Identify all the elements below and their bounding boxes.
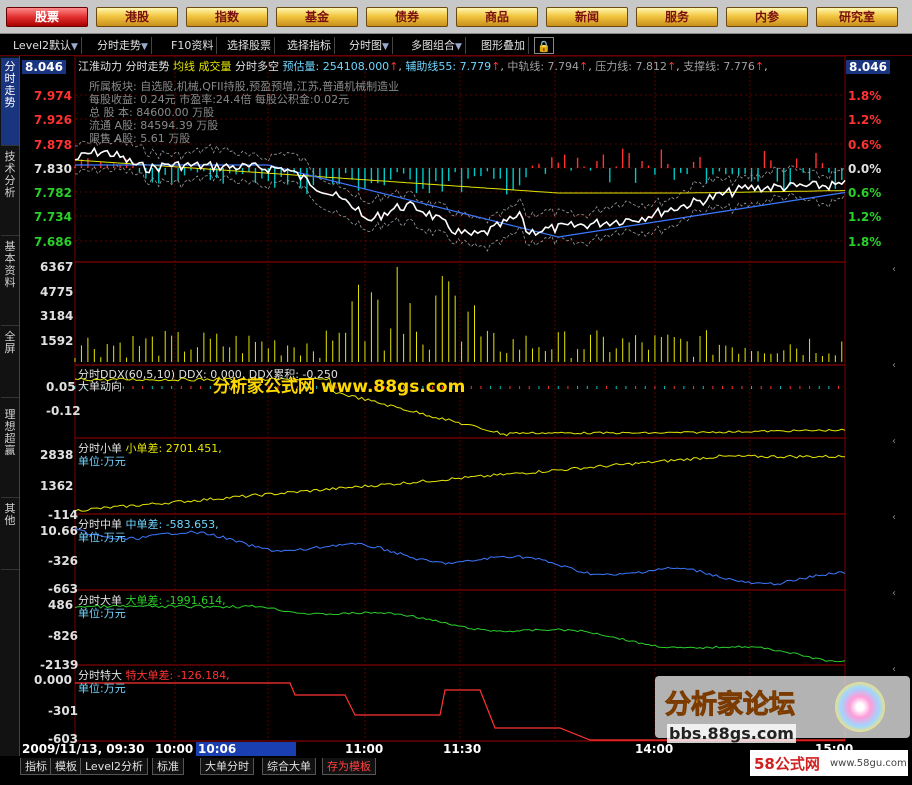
volume-label: 成交量 <box>198 60 232 73</box>
estimate-volume: 预估量: 254108.000 <box>282 60 390 73</box>
time-axis-label: 11:00 <box>345 742 384 756</box>
volume-axis-label: 6367 <box>40 260 74 274</box>
bottom-tab-standard[interactable]: 标准 <box>152 758 184 775</box>
info-board: 所属板块: 自选股,机械,QFII持股,预盈预增,江苏,普通机械制造业 <box>89 80 400 93</box>
price-axis-label: 7.926 <box>34 113 72 127</box>
bottom-tab-composite[interactable]: 综合大单 <box>262 758 316 775</box>
small-axis-label: -114 <box>48 508 79 522</box>
huge-order-unit: 单位:万元 <box>78 682 126 695</box>
price-axis-label: 7.974 <box>34 89 72 103</box>
flower-logo-icon <box>835 682 885 732</box>
watermark-title: 分析家论坛 <box>664 690 796 721</box>
mode-label: 分时走势 <box>125 60 170 73</box>
pct-axis-label: 1.8% <box>848 89 882 103</box>
mid-order-diff: 中单差: -583.653, <box>125 518 219 531</box>
price-axis-label: 7.782 <box>34 186 72 200</box>
header-row: 江淮动力 分时走势 均线 成交量 分时多空 预估量: 254108.000↑, … <box>78 60 768 73</box>
up-arrow-icon: ↑ <box>579 60 589 73</box>
mid-axis-label: 10.66 <box>40 524 78 538</box>
mid-axis-label: -326 <box>48 554 79 568</box>
ddx-axis-label: -0.12 <box>46 404 81 418</box>
big-axis-label: -826 <box>48 629 79 643</box>
info-restricted-shares: 限售 A股: 5.61 万股 <box>89 132 191 145</box>
pct-axis-label: 1.2% <box>848 113 882 127</box>
pressure-line: 压力线: 7.812 <box>595 60 667 73</box>
huge-order-diff: 特大单差: -126.184, <box>125 669 230 682</box>
price-axis-right-top: 8.046 <box>846 60 890 74</box>
scroll-arrow-icon: ‹ <box>892 512 896 523</box>
price-axis-label: 7.878 <box>34 138 72 152</box>
chart-frame <box>74 55 846 742</box>
scroll-arrow-icon: ‹ <box>892 664 896 675</box>
small-order-diff: 小单差: 2701.451, <box>125 442 222 455</box>
price-axis-top: 8.046 <box>22 60 66 74</box>
big-axis-label: -2139 <box>40 658 79 672</box>
up-arrow-icon: ↑ <box>666 60 677 73</box>
forum-watermark: 分析家论坛 bbs.88gs.com 58公式网 www.58gu.com <box>655 676 910 776</box>
small-order-line <box>74 454 846 512</box>
scroll-arrow-icon: ‹ <box>892 436 896 447</box>
price-axis-label: 7.686 <box>34 235 72 249</box>
scroll-arrow-icon: ‹ <box>892 264 896 275</box>
time-cursor-label: 10:06 <box>196 742 296 756</box>
volume-axis-label: 1592 <box>40 334 74 348</box>
watermark-url: bbs.88gs.com <box>667 724 796 743</box>
big-order-unit: 单位:万元 <box>78 607 126 620</box>
price-axis-label: 7.830 <box>34 162 72 176</box>
scroll-arrow-icon: ‹ <box>892 360 896 371</box>
big-order-diff: 大单差: -1991.614, <box>125 594 226 607</box>
ddx-sub: 大单动向 <box>78 380 122 393</box>
scroll-arrow-icon: ‹ <box>892 588 896 599</box>
huge-axis-label: -301 <box>48 704 79 718</box>
price-axis-label: 7.734 <box>34 210 72 224</box>
up-arrow-icon: ↑ <box>491 60 501 73</box>
info-float-shares: 流通 A股: 84594.39 万股 <box>89 119 219 132</box>
big-axis-label: 486 <box>48 598 74 612</box>
longshort-label: 分时多空 <box>235 60 279 73</box>
stock-name: 江淮动力 <box>78 60 122 73</box>
small-order-unit: 单位:万元 <box>78 455 126 468</box>
info-eps: 每股收益: 0.24元 市盈率:24.4倍 每股公积金:0.02元 <box>89 93 350 106</box>
bottom-tab-template[interactable]: 模板 <box>50 758 82 775</box>
pct-axis-label: 0.0% <box>848 162 882 176</box>
volume-axis-label: 3184 <box>40 309 74 323</box>
bottom-tab-big-order[interactable]: 大单分时 <box>200 758 254 775</box>
pct-axis-label: 1.8% <box>848 235 882 249</box>
overlay-watermark-text: 分析家公式网 www.88gs.com <box>213 377 466 397</box>
app-window: 股票 港股 指数 基金 债券 商品 新闻 服务 内参 研究室 Level2默认▼… <box>0 0 912 785</box>
huge-axis-label: 0.000 <box>34 673 72 687</box>
pct-axis-label: 0.6% <box>848 138 882 152</box>
info-total-shares: 总 股 本: 84600.00 万股 <box>89 106 215 119</box>
site-name: 58公式网 <box>754 755 820 773</box>
up-arrow-icon: ↑ <box>389 60 399 73</box>
small-axis-label: 1362 <box>40 479 74 493</box>
bottom-tab-save-template[interactable]: 存为模板 <box>322 758 376 775</box>
site-url: www.58gu.com <box>830 758 907 769</box>
ma-label: 均线 <box>173 60 195 73</box>
bottom-tab-indicator[interactable]: 指标 <box>20 758 52 775</box>
volume-axis-label: 4775 <box>40 285 74 299</box>
pct-axis-label: 1.2% <box>848 210 882 224</box>
up-arrow-icon: ↑ <box>754 60 765 73</box>
mid-order-unit: 单位:万元 <box>78 531 126 544</box>
support-line: 支撑线: 7.776 <box>683 60 755 73</box>
time-axis-date: 2009/11/13, 09:30 <box>22 742 145 756</box>
time-axis-label: 11:30 <box>443 742 482 756</box>
site-badge: 58公式网 www.58gu.com <box>750 750 908 776</box>
bottom-tab-level2[interactable]: Level2分析 <box>80 758 149 775</box>
time-axis-label: 10:00 <box>155 742 194 756</box>
mid-axis-label: -663 <box>48 582 79 596</box>
mid-line: 中轨线: 7.794 <box>507 60 580 73</box>
aux-line: 辅助线55: 7.779 <box>405 60 492 73</box>
ddx-axis-label: 0.05 <box>46 380 76 394</box>
pct-axis-label: 0.6% <box>848 186 882 200</box>
small-axis-label: 2838 <box>40 448 74 462</box>
